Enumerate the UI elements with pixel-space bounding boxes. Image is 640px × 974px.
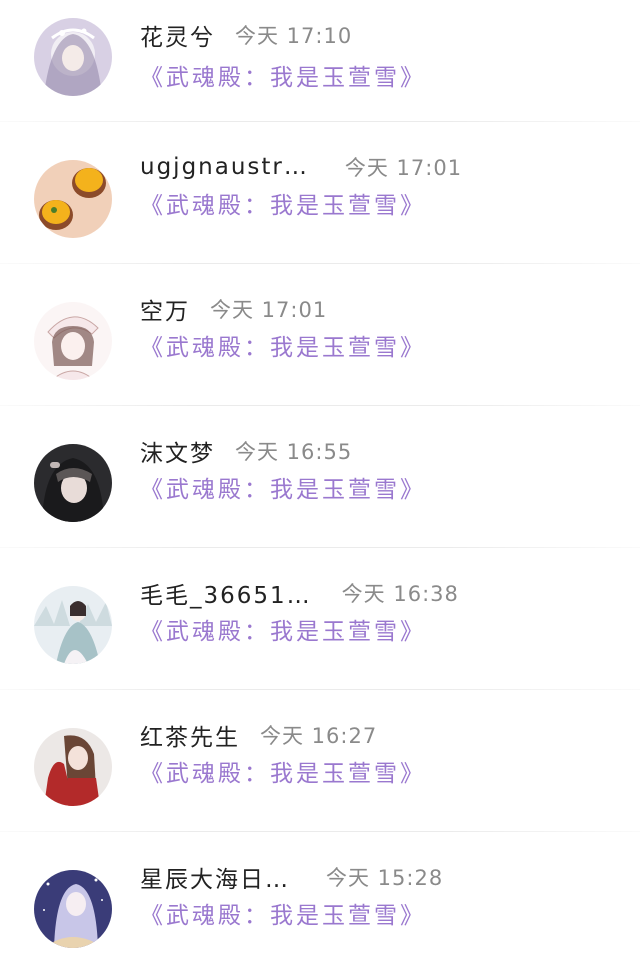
timestamp: 今天 17:10 (235, 24, 353, 48)
comment-text: 《武魂殿：我是玉萱雪》 (140, 65, 426, 91)
comment-item[interactable]: 毛毛_36651… 今天 16:38 《武魂殿：我是玉萱雪》 (0, 548, 640, 690)
avatar[interactable] (34, 18, 112, 96)
timestamp: 今天 16:55 (235, 440, 353, 464)
username[interactable]: ugjgnaustr… (140, 154, 309, 180)
username[interactable]: 红茶先生 (140, 718, 240, 752)
comment-meta: 毛毛_36651… 今天 16:38 (140, 575, 459, 611)
comment-item[interactable]: 红茶先生 今天 16:27 《武魂殿：我是玉萱雪》 (0, 690, 640, 832)
avatar[interactable] (34, 586, 112, 664)
timestamp: 今天 16:38 (341, 582, 459, 606)
comment-item[interactable]: 星辰大海日… 今天 15:28 《武魂殿：我是玉萱雪》 (0, 832, 640, 974)
username[interactable]: 沫文梦 (140, 434, 215, 468)
avatar[interactable] (34, 302, 112, 380)
username[interactable]: 星辰大海日… (140, 860, 290, 894)
avatar[interactable] (34, 160, 112, 238)
username[interactable]: 空万 (140, 292, 190, 326)
avatar-anime-girl-silver-hair-icon (34, 18, 112, 96)
comment-text: 《武魂殿：我是玉萱雪》 (140, 193, 426, 219)
avatar-sketch-girl-hat-icon (34, 302, 112, 380)
comment-meta: 红茶先生 今天 16:27 (140, 717, 377, 753)
comment-list: 花灵兮 今天 17:10 《武魂殿：我是玉萱雪》 ugjgnaustr… 今天 … (0, 0, 640, 955)
comment-item[interactable]: 花灵兮 今天 17:10 《武魂殿：我是玉萱雪》 (0, 0, 640, 122)
timestamp: 今天 15:28 (326, 866, 444, 890)
avatar-dark-hair-girl-icon (34, 444, 112, 522)
comment-text: 《武魂殿：我是玉萱雪》 (140, 477, 426, 503)
comment-meta: 星辰大海日… 今天 15:28 (140, 859, 443, 895)
avatar[interactable] (34, 444, 112, 522)
timestamp: 今天 17:01 (210, 298, 328, 322)
username[interactable]: 花灵兮 (140, 18, 215, 52)
comment-item[interactable]: 空万 今天 17:01 《武魂殿：我是玉萱雪》 (0, 264, 640, 406)
comment-meta: 沫文梦 今天 16:55 (140, 433, 352, 469)
timestamp: 今天 16:27 (260, 724, 378, 748)
comment-text: 《武魂殿：我是玉萱雪》 (140, 335, 426, 361)
avatar[interactable] (34, 870, 112, 948)
comment-text: 《武魂殿：我是玉萱雪》 (140, 903, 426, 929)
comment-meta: ugjgnaustr… 今天 17:01 (140, 149, 462, 185)
avatar-starry-night-girl-icon (34, 870, 112, 948)
avatar-red-dress-girl-icon (34, 728, 112, 806)
comment-text: 《武魂殿：我是玉萱雪》 (140, 761, 426, 787)
comment-item[interactable]: ugjgnaustr… 今天 17:01 《武魂殿：我是玉萱雪》 (0, 122, 640, 264)
comment-text: 《武魂殿：我是玉萱雪》 (140, 619, 426, 645)
timestamp: 今天 17:01 (344, 156, 463, 180)
username[interactable]: 毛毛_36651… (140, 576, 312, 610)
comment-meta: 花灵兮 今天 17:10 (140, 17, 352, 53)
comment-meta: 空万 今天 17:01 (140, 291, 327, 327)
avatar-egg-tarts-icon (34, 160, 112, 238)
avatar-snow-girl-icon (34, 586, 112, 664)
avatar[interactable] (34, 728, 112, 806)
comment-item[interactable]: 沫文梦 今天 16:55 《武魂殿：我是玉萱雪》 (0, 406, 640, 548)
